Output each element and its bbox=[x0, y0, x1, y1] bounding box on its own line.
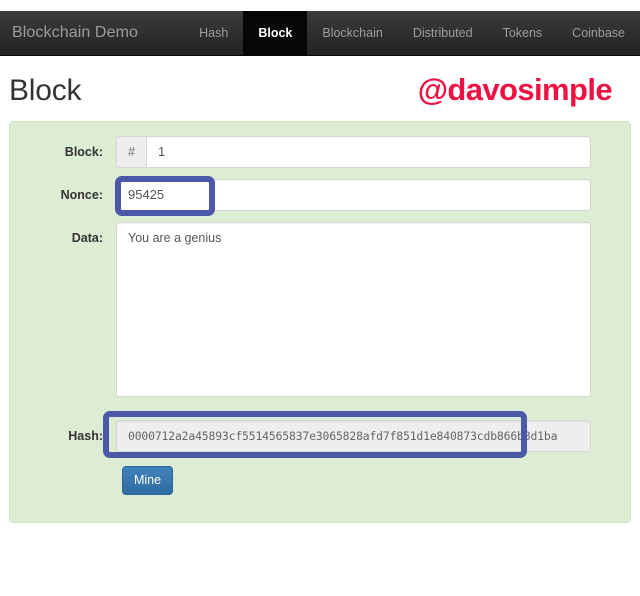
navbar-brand[interactable]: Blockchain Demo bbox=[0, 11, 152, 55]
nav-item-coinbase[interactable]: Coinbase bbox=[557, 11, 640, 55]
page-title: Block bbox=[9, 74, 82, 107]
nonce-row: Nonce: 95425 bbox=[9, 179, 591, 211]
block-label: Block: bbox=[64, 145, 103, 159]
app-root: Blockchain Demo Hash Block Blockchain Di… bbox=[0, 0, 640, 596]
nav-item-block[interactable]: Block bbox=[243, 11, 308, 55]
navbar-links: Hash Block Blockchain Distributed Tokens… bbox=[184, 11, 640, 55]
data-row: Data: You are a genius bbox=[9, 222, 591, 397]
hash-input[interactable]: 0000712a2a45893cf5514565837e3065828afd7f… bbox=[116, 420, 591, 452]
watermark-handle: @davosimple bbox=[417, 72, 613, 107]
mine-button[interactable]: Mine bbox=[122, 466, 173, 495]
hash-input-wrap: 0000712a2a45893cf5514565837e3065828afd7f… bbox=[116, 420, 591, 452]
nonce-label: Nonce: bbox=[60, 188, 103, 202]
block-number-input[interactable]: 1 bbox=[146, 136, 591, 168]
nav-item-blockchain[interactable]: Blockchain bbox=[307, 11, 397, 55]
nonce-input[interactable]: 95425 bbox=[116, 179, 591, 211]
block-row: Block: # 1 bbox=[9, 136, 591, 168]
data-textarea[interactable]: You are a genius bbox=[116, 222, 591, 397]
nav-item-hash[interactable]: Hash bbox=[184, 11, 243, 55]
block-number-addon: # bbox=[116, 136, 146, 168]
data-label: Data: bbox=[71, 231, 103, 245]
nav-item-distributed[interactable]: Distributed bbox=[398, 11, 488, 55]
navbar: Blockchain Demo Hash Block Blockchain Di… bbox=[0, 11, 640, 56]
nav-item-tokens[interactable]: Tokens bbox=[488, 11, 558, 55]
nonce-input-wrap: 95425 bbox=[116, 179, 591, 211]
hash-row: Hash: 0000712a2a45893cf5514565837e306582… bbox=[9, 420, 591, 452]
block-input-group: # 1 bbox=[116, 136, 591, 168]
hash-label: Hash: bbox=[68, 429, 103, 443]
data-textarea-wrap: You are a genius bbox=[116, 222, 591, 397]
